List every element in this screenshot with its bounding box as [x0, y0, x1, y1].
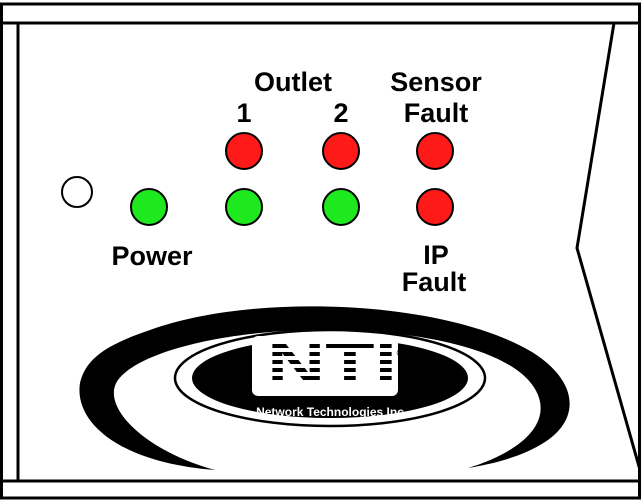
- logo-company-name: Network Technologies Inc: [256, 405, 404, 419]
- led-outlet-1-bottom: [225, 188, 263, 226]
- logo-registered-mark: ®: [397, 348, 404, 358]
- led-outlet-1-top: [225, 132, 263, 170]
- label-outlet-1: 1: [236, 98, 251, 128]
- led-outlet-2-top: [322, 132, 360, 170]
- led-sensor-fault: [416, 132, 454, 170]
- led-power: [130, 188, 168, 226]
- label-outlet-2: 2: [333, 98, 348, 128]
- label-sensor-fault: Fault: [404, 98, 469, 128]
- label-sensor: Sensor: [390, 67, 482, 97]
- label-power: Power: [111, 241, 193, 271]
- led-ip-fault: [416, 188, 454, 226]
- label-ip-fault: Fault: [402, 267, 467, 297]
- label-ip: IP: [423, 240, 449, 270]
- front-panel-diagram: NTI Outlet 1 2 Sensor Fault Power IP Fau…: [0, 2, 641, 500]
- led-outlet-2-bottom: [322, 188, 360, 226]
- indicator-hole: [61, 176, 93, 208]
- label-outlet: Outlet: [254, 67, 332, 97]
